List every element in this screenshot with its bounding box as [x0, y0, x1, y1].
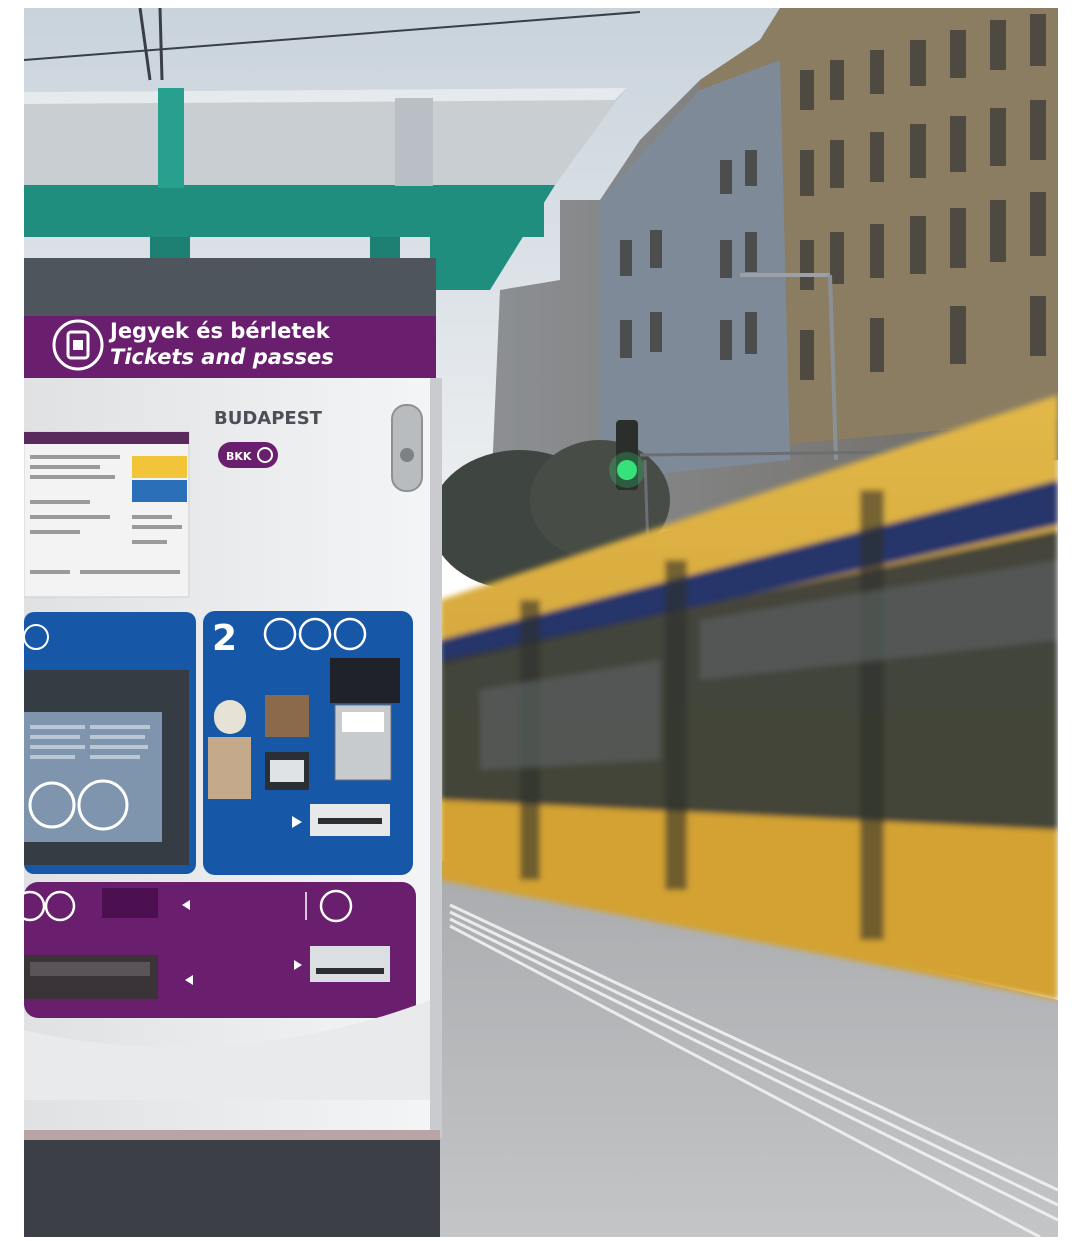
- brand-logo: BUDAPEST: [214, 408, 323, 429]
- header-line-2: Tickets and passes: [110, 345, 334, 369]
- change-tray[interactable]: [24, 955, 158, 999]
- bkk-badge-text: BKK: [226, 450, 252, 463]
- header-line-1: Jegyek és bérletek: [108, 319, 331, 343]
- touchscreen[interactable]: [24, 712, 162, 842]
- step-number: 2: [212, 618, 237, 659]
- ticket-machine: [14, 258, 442, 1237]
- coin-slot[interactable]: [208, 737, 251, 799]
- ticket-dispenser[interactable]: [310, 946, 390, 982]
- photo-scene: Jegyek és bérletek Tickets and passes BU…: [0, 0, 1080, 1239]
